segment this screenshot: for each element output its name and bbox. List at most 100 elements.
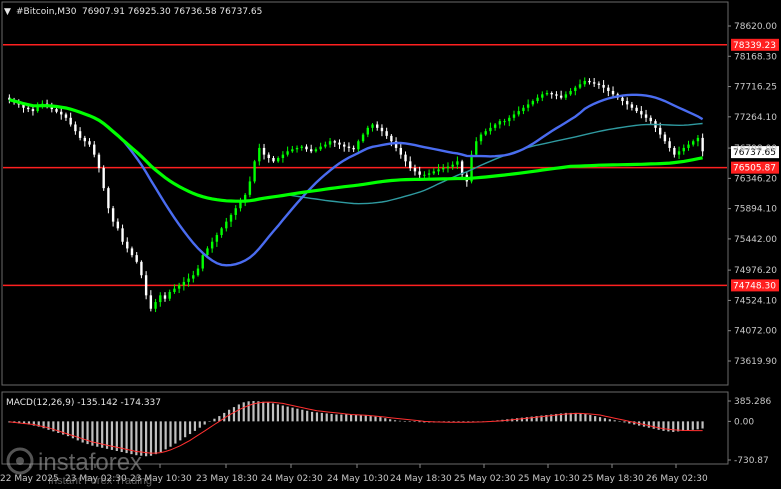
macd-histogram-bar [301, 409, 304, 422]
ohlc-values: 76907.91 76925.30 76736.58 76737.65 [82, 7, 262, 17]
time-tick-label: 24 May 02:30 [261, 474, 323, 484]
macd-histogram-bar [188, 421, 192, 435]
macd-histogram-bar [608, 419, 611, 422]
candle-body [399, 147, 403, 155]
macd-histogram-bar [369, 416, 372, 422]
candle-body [522, 107, 525, 112]
candle-body [442, 168, 445, 170]
candle-body [295, 147, 299, 150]
candle-body [262, 147, 266, 155]
macd-histogram-bar [598, 417, 602, 422]
candle-body [607, 87, 610, 91]
candle-body [503, 121, 506, 123]
macd-label: MACD(12,26,9) -135.142 -174.337 [6, 398, 161, 408]
candle-body [432, 171, 436, 174]
candle-body [559, 95, 563, 98]
time-tick-label: 23 May 18:30 [196, 474, 258, 484]
price-tick-label: 74072.00 [734, 327, 777, 337]
candle-body [206, 248, 209, 256]
trading-chart[interactable]: 78339.2376505.8774748.30 76737.65 78620.… [0, 0, 781, 489]
candle-body [564, 94, 568, 98]
candle-body [55, 109, 58, 112]
price-tick-label: 77716.25 [734, 83, 777, 93]
candle-body [27, 107, 30, 110]
candle-body [451, 164, 454, 167]
macd-tick-label: 0.00 [734, 417, 754, 427]
macd-histogram-bar [291, 407, 294, 422]
symbol-dropdown-icon[interactable]: ▼ [4, 7, 11, 17]
candle-body [630, 104, 634, 108]
macd-histogram-bar [389, 419, 392, 422]
candle-body [517, 111, 520, 115]
candle-body [324, 144, 327, 147]
macd-histogram-bar [667, 421, 670, 432]
macd-histogram-bar [652, 421, 655, 429]
candle-body [493, 124, 497, 128]
time-tick-label: 26 May 02:30 [646, 474, 708, 484]
candle-body [427, 173, 431, 175]
candle-body [177, 285, 181, 289]
candle-body [107, 188, 110, 209]
candle-body [404, 154, 407, 162]
candle-body [592, 82, 596, 84]
macd-tick-label: -730.87 [734, 456, 769, 466]
candle-body [196, 268, 200, 276]
candle-body [673, 147, 676, 155]
macd-histogram-bar [393, 420, 397, 422]
macd-histogram-bar [281, 405, 284, 422]
macd-histogram-bar [701, 421, 704, 429]
candle-body [536, 97, 539, 102]
macd-histogram-bar [330, 413, 333, 422]
candle-body [182, 281, 186, 286]
macd-histogram-bar [613, 420, 616, 422]
price-tick-label: 73619.90 [734, 357, 777, 367]
candle-body [220, 228, 223, 236]
candle-body [361, 134, 365, 142]
candle-body [423, 174, 426, 176]
price-tick-label: 78168.30 [734, 52, 777, 62]
candle-body [130, 248, 134, 256]
candle-body [687, 144, 690, 148]
price-tick-label: 78620.00 [734, 22, 777, 32]
candle-body [640, 111, 643, 115]
macd-histogram-bar [584, 413, 587, 422]
macd-histogram-bar [403, 421, 406, 422]
macd-histogram-bar [237, 404, 240, 422]
watermark-brand: instaforex [38, 449, 142, 476]
macd-histogram-bar [242, 402, 245, 422]
macd-histogram-bar [662, 421, 665, 431]
candle-body [135, 255, 138, 262]
macd-histogram-bar [267, 402, 270, 422]
macd-histogram-bar [154, 421, 157, 455]
macd-histogram-bar [340, 414, 343, 422]
macd-histogram-bar [398, 420, 402, 422]
price-tick-label: 74976.20 [734, 266, 777, 276]
candle-body [60, 111, 63, 115]
macd-histogram-bar [232, 407, 236, 422]
macd-histogram-bar [164, 421, 167, 450]
level-price-label: 76505.87 [733, 164, 776, 174]
candle-body [677, 151, 681, 155]
candle-body [578, 84, 582, 88]
macd-histogram-bar [247, 401, 250, 422]
candle-body [621, 97, 624, 102]
macd-histogram-bar [408, 421, 411, 422]
candle-body [149, 295, 153, 309]
macd-histogram-bar [208, 421, 211, 422]
macd-histogram-bar [686, 421, 690, 431]
macd-histogram-bar [286, 406, 289, 422]
macd-tick-label: 385.286 [734, 397, 771, 407]
candle-body [187, 278, 190, 282]
macd-histogram-bar [184, 421, 187, 438]
candle-body [418, 171, 421, 175]
candle-body [380, 127, 384, 132]
macd-histogram-bar [594, 416, 597, 422]
candle-body [366, 127, 369, 135]
macd-histogram-bar [257, 401, 260, 422]
candle-body [258, 147, 261, 162]
candle-body [531, 101, 535, 105]
macd-histogram-bar [647, 421, 650, 428]
candle-body [376, 124, 379, 128]
macd-histogram-bar [306, 410, 309, 422]
candle-body [286, 151, 289, 155]
